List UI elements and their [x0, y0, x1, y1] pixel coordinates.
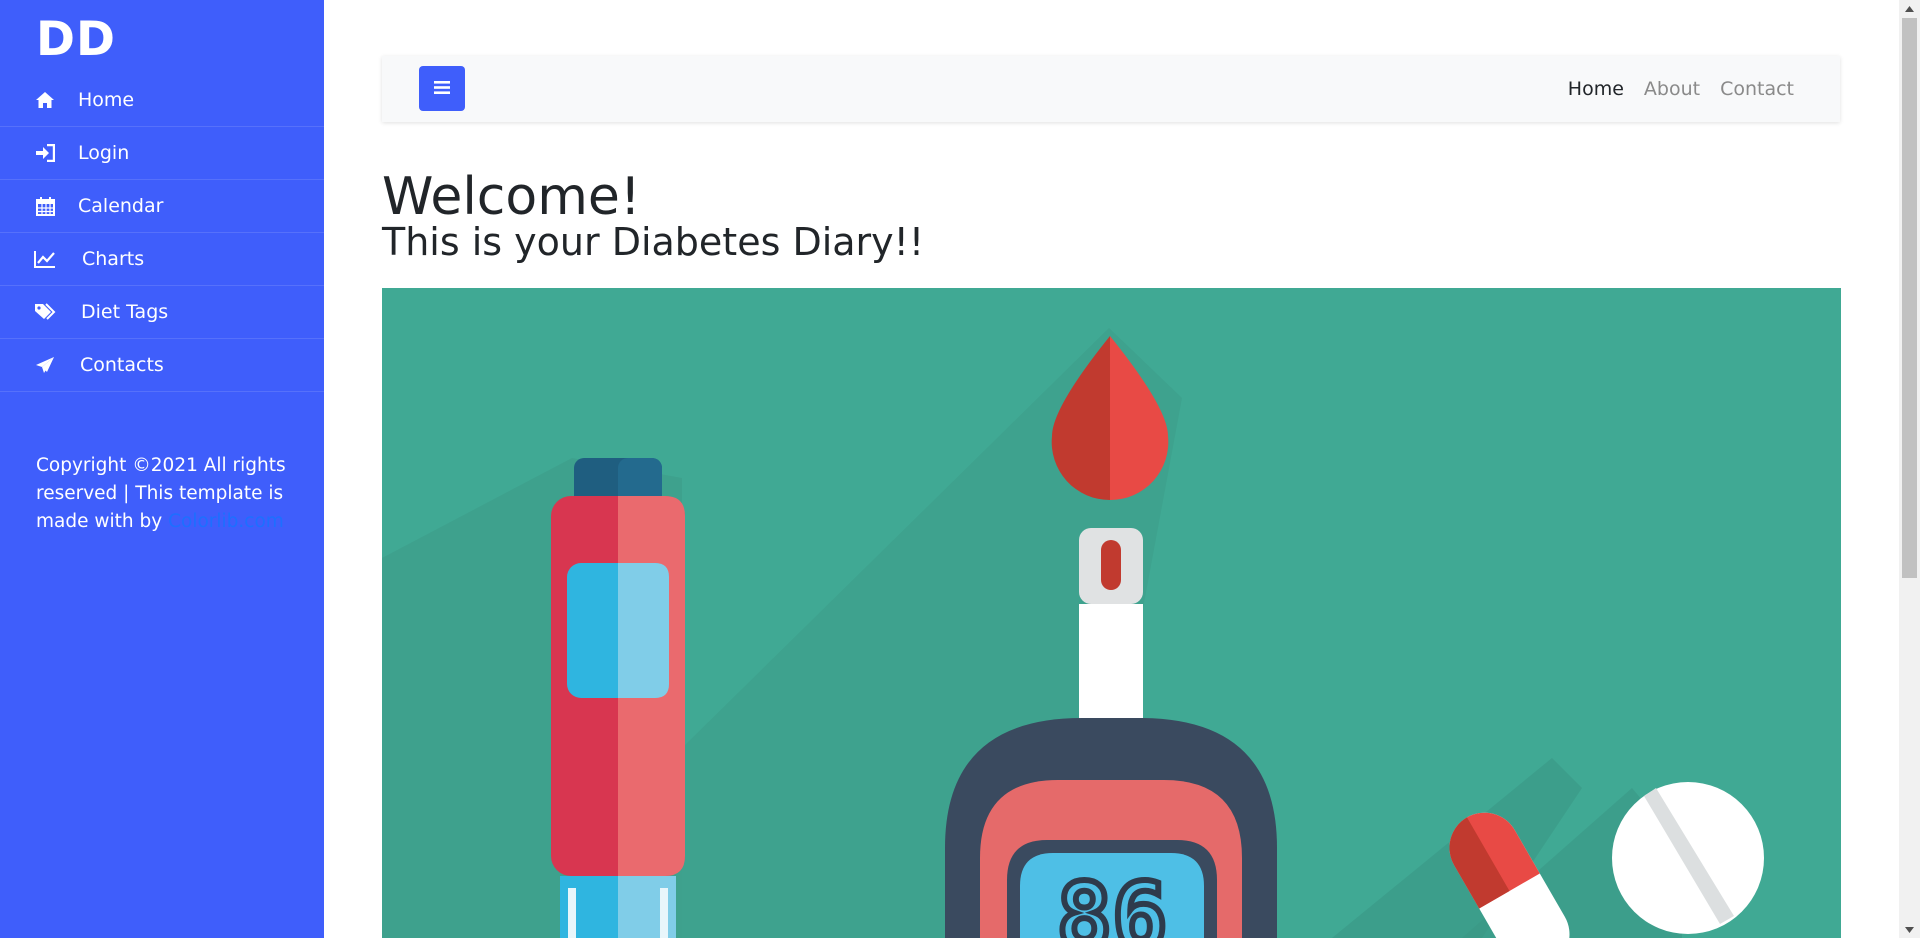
sidebar-item-contacts[interactable]: Contacts — [0, 339, 324, 392]
tags-icon — [34, 301, 56, 323]
sidebar-item-calendar[interactable]: Calendar — [0, 180, 324, 233]
glucometer-illustration: 86 — [945, 718, 1277, 938]
blood-drop-illustration — [1051, 336, 1169, 501]
vertical-scrollbar[interactable] — [1899, 0, 1920, 938]
sidebar-item-charts[interactable]: Charts — [0, 233, 324, 286]
sign-in-icon — [34, 142, 56, 164]
top-navbar: Home About Contact — [382, 56, 1840, 122]
page-subtitle: This is your Diabetes Diary!! — [382, 220, 925, 264]
sidebar-item-label: Contacts — [80, 354, 164, 376]
scroll-up-arrow-icon[interactable] — [1899, 0, 1920, 17]
sidebar-item-label: Home — [78, 89, 135, 111]
sidebar-item-label: Calendar — [78, 195, 164, 217]
glucose-reading: 86 — [1057, 863, 1168, 938]
scrollbar-thumb[interactable] — [1902, 18, 1917, 578]
nav-link-contact[interactable]: Contact — [1720, 78, 1794, 100]
line-chart-icon — [34, 248, 56, 270]
home-icon — [34, 89, 56, 111]
paper-plane-icon — [34, 354, 56, 376]
brand-logo[interactable]: DD — [36, 14, 116, 66]
hamburger-icon — [434, 80, 450, 97]
nav-link-home[interactable]: Home — [1568, 78, 1624, 100]
insulin-pen-illustration — [551, 458, 685, 938]
sidebar-nav: Home Login Calendar Charts Diet Tags Con… — [0, 74, 324, 392]
sidebar-item-diet-tags[interactable]: Diet Tags — [0, 286, 324, 339]
nav-link-about[interactable]: About — [1644, 78, 1700, 100]
test-strip-illustration — [1066, 528, 1156, 746]
sidebar-item-label: Login — [78, 142, 130, 164]
calendar-icon — [34, 195, 56, 217]
copyright-text: Copyright ©2021 All rights reserved | Th… — [36, 452, 286, 536]
pill-illustration — [1612, 782, 1764, 934]
scroll-down-arrow-icon[interactable] — [1899, 921, 1920, 938]
colorlib-link[interactable]: Colorlib.com — [168, 511, 284, 532]
hero-illustration: 86 — [382, 288, 1841, 938]
sidebar-item-home[interactable]: Home — [0, 74, 324, 127]
sidebar-toggle-button[interactable] — [419, 66, 465, 111]
top-nav-links: Home About Contact — [1568, 56, 1794, 122]
sidebar-item-label: Diet Tags — [81, 301, 169, 323]
sidebar: DD Home Login Calendar Charts Diet Tags … — [0, 0, 324, 938]
sidebar-item-label: Charts — [82, 248, 145, 270]
sidebar-item-login[interactable]: Login — [0, 127, 324, 180]
